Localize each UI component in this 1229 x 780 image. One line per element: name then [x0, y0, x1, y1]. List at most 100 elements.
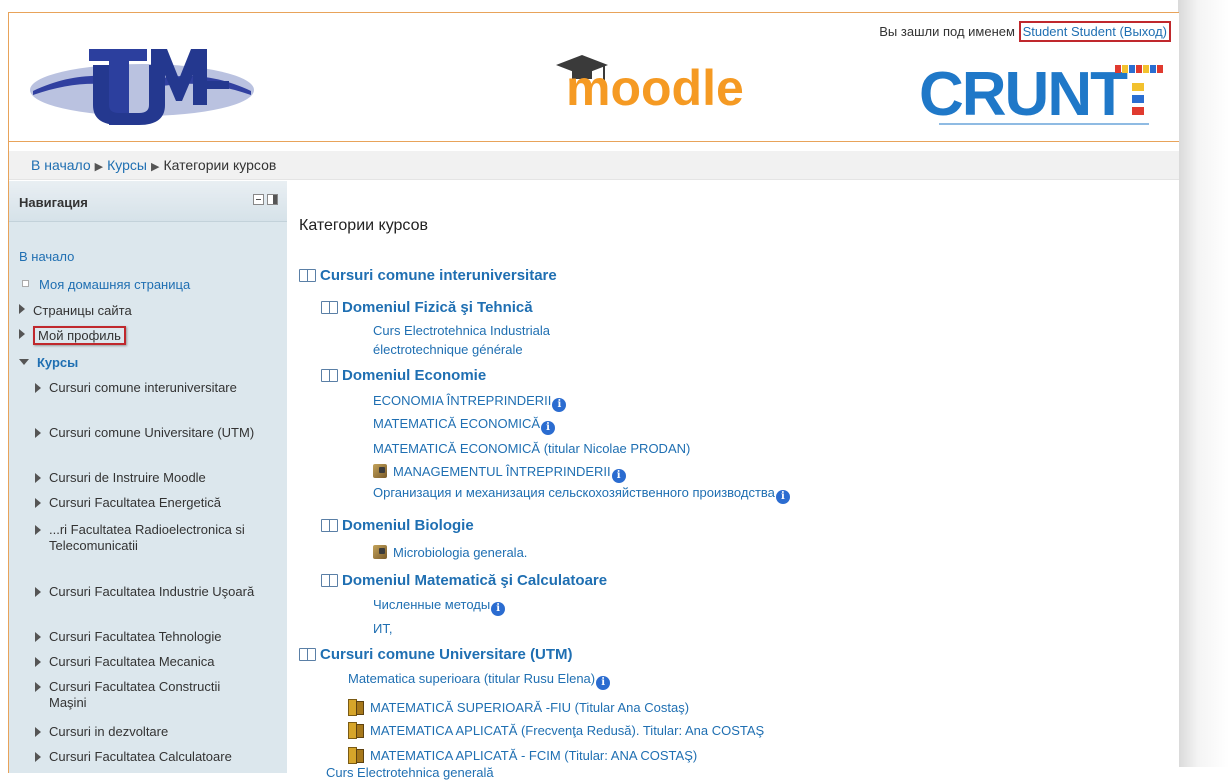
nav-course-category[interactable]: Cursuri Facultatea Industrie Uşoară	[35, 584, 259, 600]
course-label[interactable]: MATEMATICĂ ECONOMICĂ	[373, 416, 540, 431]
course-link[interactable]: Curs Electrotehnica generală	[326, 765, 494, 780]
nav-site-pages[interactable]: Страницы сайта	[19, 303, 132, 318]
nav-course-category-label[interactable]: Cursuri Facultatea Mecanica	[49, 654, 214, 669]
nav-course-category[interactable]: Cursuri Facultatea Tehnologie	[35, 629, 259, 645]
expand-arrow-icon[interactable]	[35, 473, 41, 483]
course-label[interactable]: MATEMATICĂ SUPERIOARĂ -FIU (Titular Ana …	[370, 700, 689, 715]
nav-course-category[interactable]: Cursuri Facultatea Mecanica	[35, 654, 259, 670]
nav-course-category-label[interactable]: Cursuri comune Universitare (UTM)	[49, 425, 254, 440]
subcategory-link[interactable]: Domeniul Economie	[321, 367, 486, 384]
nav-course-category-label[interactable]: Cursuri Facultatea Tehnologie	[49, 629, 221, 644]
expand-arrow-icon[interactable]	[35, 657, 41, 667]
category-label[interactable]: Cursuri comune interuniversitare	[320, 267, 557, 284]
nav-courses[interactable]: Курсы	[19, 355, 78, 370]
nav-home-link[interactable]: В начало	[19, 249, 74, 264]
subcategory-label[interactable]: Domeniul Biologie	[342, 517, 474, 534]
nav-course-category-label[interactable]: ...ri Facultatea Radioelectronica si Tel…	[49, 522, 245, 553]
nav-my-profile[interactable]: Мой профиль	[19, 326, 126, 345]
crunt-logo[interactable]: CRUNT	[919, 57, 1174, 133]
nav-course-category-label[interactable]: Cursuri Facultatea Calculatoare	[49, 749, 232, 764]
course-label[interactable]: MANAGEMENTUL ÎNTREPRINDERII	[393, 464, 611, 479]
nav-course-category[interactable]: ...ri Facultatea Radioelectronica si Tel…	[35, 522, 259, 554]
course-label[interactable]: ECONOMIA ÎNTREPRINDERII	[373, 393, 551, 408]
user-profile-link[interactable]: Student Student	[1023, 24, 1116, 39]
expand-arrow-icon[interactable]	[35, 727, 41, 737]
nav-course-category-label[interactable]: Cursuri de Instruire Moodle	[49, 470, 206, 485]
nav-course-category-label[interactable]: Cursuri Facultatea Energetică	[49, 495, 221, 510]
expand-arrow-icon[interactable]	[19, 329, 25, 339]
course-label[interactable]: Организация и механизация сельскохозяйст…	[373, 485, 775, 500]
course-link[interactable]: Curs Electrotehnica Industriala	[373, 323, 550, 338]
subcategory-label[interactable]: Domeniul Fizică şi Tehnică	[342, 299, 533, 316]
collapse-arrow-icon[interactable]	[19, 359, 29, 365]
utm-logo[interactable]	[27, 35, 257, 135]
nav-course-category[interactable]: Cursuri comune interuniversitare	[35, 380, 259, 396]
course-link[interactable]: MATEMATICĂ ECONOMICĂ (titular Nicolae PR…	[373, 441, 690, 456]
nav-course-category[interactable]: Cursuri de Instruire Moodle	[35, 470, 259, 486]
logout-link[interactable]: (Выход)	[1119, 24, 1167, 39]
info-icon[interactable]: i	[491, 602, 506, 616]
expand-arrow-icon[interactable]	[35, 428, 41, 438]
course-link[interactable]: Matematica superioara (titular Rusu Elen…	[348, 671, 611, 690]
info-icon[interactable]: i	[541, 421, 556, 435]
course-label[interactable]: Численные методы	[373, 597, 490, 612]
expand-arrow-icon[interactable]	[35, 632, 41, 642]
course-link[interactable]: MANAGEMENTUL ÎNTREPRINDERII i	[373, 464, 626, 483]
subcategory-link[interactable]: Domeniul Matematică şi Calculatoare	[321, 572, 607, 589]
subcategory-label[interactable]: Domeniul Economie	[342, 367, 486, 384]
course-link[interactable]: Численные методы i	[373, 597, 506, 616]
nav-my-home-link[interactable]: Моя домашняя страница	[39, 277, 190, 292]
course-link[interactable]: Организация и механизация сельскохозяйст…	[373, 485, 790, 504]
category-label[interactable]: Cursuri comune Universitare (UTM)	[320, 646, 573, 663]
course-label[interactable]: Matematica superioara (titular Rusu Elen…	[348, 671, 595, 686]
subcategory-link[interactable]: Domeniul Fizică şi Tehnică	[321, 299, 533, 316]
moodle-logo[interactable]: moodle	[554, 43, 804, 113]
expand-arrow-icon[interactable]	[19, 304, 25, 314]
course-link[interactable]: MATEMATICA APLICATĂ (Frecvenţa Redusă). …	[348, 722, 764, 739]
nav-course-category[interactable]: Cursuri comune Universitare (UTM)	[35, 425, 259, 441]
info-icon[interactable]: i	[552, 398, 567, 412]
breadcrumb-courses[interactable]: Курсы	[107, 157, 147, 173]
course-link[interactable]: MATEMATICA APLICATĂ - FCIM (Titular: ANA…	[348, 747, 697, 764]
nav-course-category[interactable]: Cursuri in dezvoltare	[35, 724, 259, 740]
expand-arrow-icon[interactable]	[35, 525, 41, 535]
category-link[interactable]: Cursuri comune Universitare (UTM)	[299, 646, 573, 663]
course-link[interactable]: Microbiologia generala.	[373, 545, 527, 560]
collapse-block-icon[interactable]	[253, 194, 264, 205]
nav-course-category[interactable]: Cursuri Facultatea Energetică	[35, 495, 259, 511]
nav-home[interactable]: В начало	[19, 249, 74, 264]
course-link[interactable]: ИТ,	[373, 621, 392, 636]
course-label[interactable]: MATEMATICA APLICATĂ - FCIM (Titular: ANA…	[370, 748, 697, 763]
nav-course-category[interactable]: Cursuri Facultatea Calculatoare	[35, 749, 259, 765]
dock-block-icon[interactable]	[267, 194, 278, 205]
nav-my-home[interactable]: Моя домашняя страница	[19, 277, 190, 292]
course-link[interactable]: MATEMATICĂ ECONOMICĂ i	[373, 416, 556, 435]
course-label[interactable]: Microbiologia generala.	[393, 545, 527, 560]
nav-course-category-label[interactable]: Cursuri comune interuniversitare	[49, 380, 237, 395]
expand-arrow-icon[interactable]	[35, 752, 41, 762]
nav-course-category-label[interactable]: Cursuri Facultatea Industrie Uşoară	[49, 584, 254, 599]
site-header: moodle CRUNT Вы зашли под именем Student…	[9, 13, 1179, 142]
course-link[interactable]: électrotechnique générale	[373, 342, 523, 357]
info-icon[interactable]: i	[611, 469, 626, 483]
expand-arrow-icon[interactable]	[35, 682, 41, 692]
nav-courses-link[interactable]: Курсы	[37, 355, 78, 370]
expand-arrow-icon[interactable]	[35, 498, 41, 508]
info-icon[interactable]: i	[775, 490, 790, 504]
nav-course-category-label[interactable]: Cursuri Facultatea Constructii Maşini	[49, 679, 220, 710]
info-icon[interactable]: i	[596, 676, 611, 690]
nav-course-category[interactable]: Cursuri Facultatea Constructii Maşini	[35, 679, 259, 711]
nav-my-profile-label[interactable]: Мой профиль	[33, 326, 126, 345]
expand-arrow-icon[interactable]	[35, 383, 41, 393]
subcategory-link[interactable]: Domeniul Biologie	[321, 517, 474, 534]
category-link[interactable]: Cursuri comune interuniversitare	[299, 267, 557, 284]
subcategory-label[interactable]: Domeniul Matematică şi Calculatoare	[342, 572, 607, 589]
breadcrumb-home[interactable]: В начало	[31, 157, 91, 173]
login-info: Вы зашли под именем Student Student (Вых…	[879, 21, 1171, 42]
course-link[interactable]: ECONOMIA ÎNTREPRINDERII i	[373, 393, 567, 412]
course-link[interactable]: MATEMATICĂ SUPERIOARĂ -FIU (Titular Ana …	[348, 699, 689, 716]
nav-course-category-label[interactable]: Cursuri in dezvoltare	[49, 724, 168, 739]
expand-arrow-icon[interactable]	[35, 587, 41, 597]
nav-site-pages-label[interactable]: Страницы сайта	[33, 303, 132, 318]
course-label[interactable]: MATEMATICA APLICATĂ (Frecvenţa Redusă). …	[370, 723, 764, 738]
